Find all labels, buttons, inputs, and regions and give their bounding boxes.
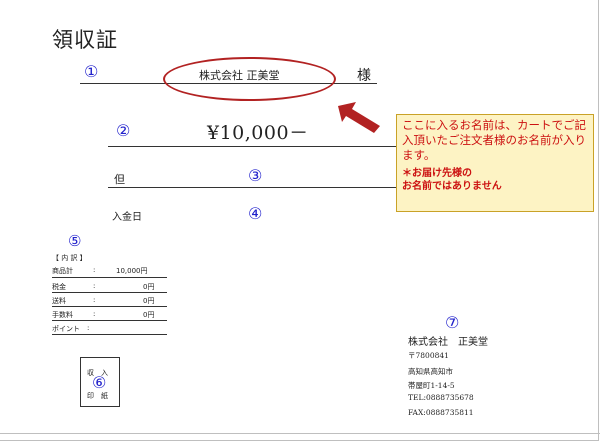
amount-underline [108, 146, 398, 147]
issuer-fax: FAX:0888735811 [408, 408, 474, 417]
pointer-arrow-icon [338, 102, 380, 133]
breakdown-value-subtotal: 10,000円 [116, 267, 148, 275]
breakdown-row-line [52, 292, 167, 293]
breakdown-row-line [52, 277, 167, 278]
breakdown-sep-tax: : [93, 282, 96, 290]
marker-1: ① [84, 62, 99, 81]
recipient-highlight-oval [163, 57, 336, 101]
callout-note-prefix: ＊ [402, 168, 412, 179]
payment-date-label: 入金日 [112, 212, 142, 223]
honorific: 様 [357, 68, 371, 84]
marker-3: ③ [248, 166, 263, 185]
breakdown-label-fee: 手数料 [52, 311, 73, 319]
marker-4: ④ [248, 204, 263, 223]
tadashi-underline [108, 187, 398, 188]
amount: ¥10,000－ [207, 122, 309, 144]
bottom-divider [0, 433, 600, 434]
breakdown-value-fee: 0円 [143, 311, 155, 319]
marker-7: ⑦ [445, 313, 460, 332]
marker-5: ⑤ [68, 232, 82, 250]
issuer-company: 株式会社 正美堂 [408, 337, 488, 348]
breakdown-label-subtotal: 商品計 [52, 267, 73, 275]
callout-note-text: お届け先様の お名前ではありません [402, 168, 502, 192]
breakdown-sep-points: : [87, 324, 90, 332]
tadashi-label: 但 [114, 173, 125, 186]
breakdown-value-shipping: 0円 [143, 297, 155, 305]
callout-main-text: ここに入るお名前は、カートでご記入頂いたご注文者様のお名前が入ります。 [402, 118, 586, 162]
marker-2: ② [116, 121, 131, 140]
breakdown-sep-subtotal: : [93, 266, 96, 274]
breakdown-row-line [52, 320, 167, 321]
receipt-title: 領収証 [52, 28, 118, 52]
stamp-bottom-text: 印 紙 [87, 392, 108, 400]
breakdown-row-line [52, 306, 167, 307]
revenue-stamp-box: 収 入 印 紙 ⑥ [80, 357, 120, 407]
marker-6: ⑥ [92, 373, 107, 392]
explanation-callout: ここに入るお名前は、カートでご記入頂いたご注文者様のお名前が入ります。 ＊お届け… [396, 114, 594, 212]
issuer-postal: 〒7800841 [408, 351, 449, 360]
issuer-tel: TEL:0888735678 [408, 393, 474, 402]
breakdown-label-shipping: 送料 [52, 297, 66, 305]
callout-note: ＊お届け先様の お名前ではありません [402, 167, 588, 193]
breakdown-value-tax: 0円 [143, 283, 155, 291]
breakdown-row-line [52, 334, 167, 335]
issuer-address-1: 高知県高知市 [408, 367, 453, 376]
breakdown-label-points: ポイント [52, 325, 80, 333]
issuer-address-2: 帯屋町1-14-5 [408, 381, 455, 390]
breakdown-sep-fee: : [93, 310, 96, 318]
breakdown-heading: 【 内 訳 】 [52, 254, 87, 262]
breakdown-label-tax: 税金 [52, 283, 66, 291]
breakdown-sep-shipping: : [93, 296, 96, 304]
